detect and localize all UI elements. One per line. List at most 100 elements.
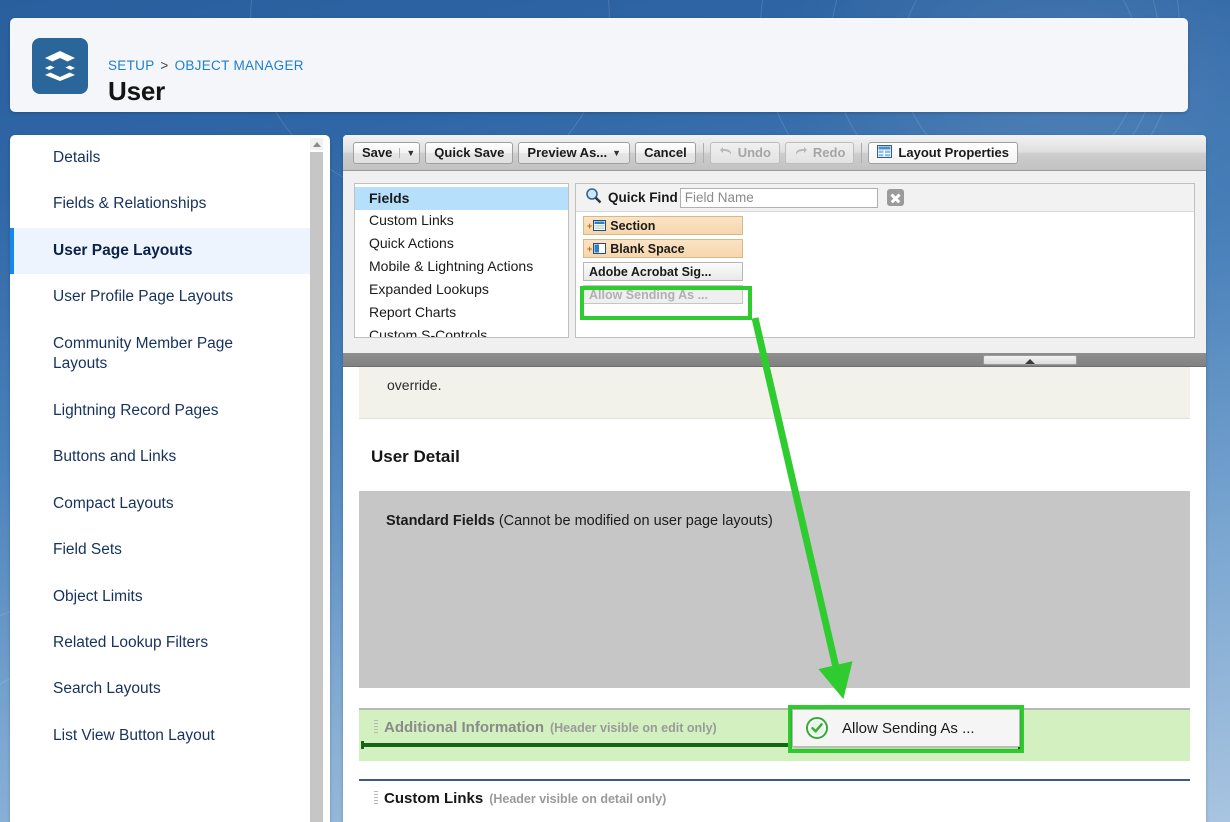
- redo-icon: [794, 145, 808, 160]
- custom-links-section[interactable]: Custom Links (Header visible on detail o…: [359, 779, 1190, 822]
- sidebar-item-list-view-button-layout[interactable]: List View Button Layout: [10, 713, 310, 759]
- section-icon: [593, 220, 606, 231]
- add-plus-icon: +: [587, 221, 592, 231]
- undo-button-label: Undo: [738, 145, 771, 160]
- palette-field-allow-sending-as[interactable]: Allow Sending As ...: [583, 285, 743, 304]
- palette-field-section[interactable]: + Section: [583, 216, 743, 235]
- breadcrumb-object-manager-link[interactable]: OBJECT MANAGER: [175, 58, 304, 73]
- drag-grip-icon[interactable]: [374, 791, 378, 804]
- sidebar-item-field-sets[interactable]: Field Sets: [10, 527, 310, 573]
- sidebar-item-label: Details: [53, 149, 100, 166]
- palette-field-grid: + Section +: [576, 212, 1194, 304]
- palette-category-label: Mobile & Lightning Actions: [369, 258, 533, 274]
- quick-find-row: Quick Find: [576, 184, 1194, 212]
- sidebar-item-label: Compact Layouts: [53, 495, 174, 512]
- standard-fields-title: Standard Fields: [386, 513, 495, 529]
- scroll-up-arrow-icon[interactable]: [310, 138, 323, 150]
- chevron-down-icon[interactable]: ▼: [612, 148, 621, 158]
- undo-icon: [719, 145, 733, 160]
- sidebar-scrollbar[interactable]: [310, 135, 323, 822]
- palette-field-label: Adobe Acrobat Sig...: [589, 265, 711, 279]
- standard-fields-section: Standard Fields (Cannot be modified on u…: [359, 491, 1190, 688]
- toolbar-divider: [703, 143, 704, 163]
- sidebar-item-label: Lightning Record Pages: [53, 402, 218, 419]
- layout-canvas: override. User Detail Standard Fields (C…: [343, 367, 1206, 822]
- preview-as-button[interactable]: Preview As... ▼: [518, 142, 630, 164]
- dragged-field-chip[interactable]: Allow Sending As ...: [792, 709, 1020, 747]
- additional-information-title: Additional Information: [384, 719, 544, 736]
- sidebar-item-search-layouts[interactable]: Search Layouts: [10, 666, 310, 712]
- palette-category-label: Quick Actions: [369, 235, 454, 251]
- layers-stack-icon: [32, 38, 88, 94]
- sidebar-item-user-profile-page-layouts[interactable]: User Profile Page Layouts: [10, 274, 310, 320]
- palette-field-blank-space[interactable]: + Blank Space: [583, 239, 743, 258]
- quick-find-label: Quick Find: [608, 190, 678, 205]
- cancel-button[interactable]: Cancel: [635, 142, 696, 164]
- sidebar-item-related-lookup-filters[interactable]: Related Lookup Filters: [10, 620, 310, 666]
- cancel-button-label: Cancel: [644, 145, 687, 160]
- field-palette: Fields Custom Links Quick Actions Mobile…: [343, 171, 1206, 353]
- sidebar-item-label: Fields & Relationships: [53, 195, 206, 212]
- save-button[interactable]: Save ▼: [353, 142, 420, 164]
- add-plus-icon: +: [587, 244, 592, 254]
- palette-category-report-charts[interactable]: Report Charts: [355, 301, 568, 324]
- sidebar-item-label: User Profile Page Layouts: [53, 288, 233, 305]
- palette-field-adobe-acrobat-sig[interactable]: Adobe Acrobat Sig...: [583, 262, 743, 281]
- palette-category-mobile-lightning-actions[interactable]: Mobile & Lightning Actions: [355, 256, 568, 279]
- sidebar-item-lightning-record-pages[interactable]: Lightning Record Pages: [10, 388, 310, 434]
- green-check-circle-icon: [806, 717, 828, 739]
- sidebar-item-label: User Page Layouts: [53, 242, 193, 259]
- page-title: User: [108, 76, 165, 107]
- palette-category-quick-actions[interactable]: Quick Actions: [355, 233, 568, 256]
- toolbar-divider: [861, 143, 862, 163]
- sidebar-item-label: Related Lookup Filters: [53, 634, 208, 651]
- sidebar-item-label: Search Layouts: [53, 680, 161, 697]
- redo-button-label: Redo: [813, 145, 846, 160]
- sidebar-scrollbar-thumb[interactable]: [310, 152, 323, 822]
- sidebar-item-user-page-layouts[interactable]: User Page Layouts: [10, 228, 310, 274]
- save-button-label: Save: [362, 145, 392, 160]
- user-detail-title: User Detail: [371, 447, 460, 467]
- sidebar-item-fields-relationships[interactable]: Fields & Relationships: [10, 181, 310, 227]
- breadcrumb-separator: >: [160, 58, 168, 73]
- page-layout-editor: Save ▼ Quick Save Preview As... ▼ Cancel…: [343, 135, 1206, 822]
- sidebar-item-community-member-page-layouts[interactable]: Community Member Page Layouts: [10, 321, 310, 388]
- palette-category-custom-s-controls[interactable]: Custom S-Controls: [355, 324, 568, 338]
- sidebar-item-object-limits[interactable]: Object Limits: [10, 574, 310, 620]
- sidebar-item-details[interactable]: Details: [10, 135, 310, 181]
- drag-grip-icon[interactable]: [374, 720, 378, 733]
- override-note: override.: [359, 367, 1190, 419]
- palette-category-label: Fields: [369, 190, 409, 206]
- breadcrumb-setup-link[interactable]: SETUP: [108, 58, 154, 73]
- palette-category-label: Custom S-Controls: [369, 327, 487, 338]
- sidebar-item-label: Object Limits: [53, 588, 143, 605]
- quick-save-button[interactable]: Quick Save: [425, 142, 513, 164]
- additional-information-section[interactable]: Additional Information (Header visible o…: [359, 708, 1190, 761]
- palette-category-fields[interactable]: Fields: [355, 187, 568, 210]
- palette-category-custom-links[interactable]: Custom Links: [355, 210, 568, 233]
- sidebar-item-label: Community Member Page Layouts: [53, 335, 233, 372]
- chevron-down-icon[interactable]: ▼: [399, 148, 415, 158]
- sidebar-item-label: Field Sets: [53, 541, 122, 558]
- dragged-field-chip-label: Allow Sending As ...: [842, 720, 975, 737]
- collapse-palette-handle[interactable]: [983, 355, 1077, 365]
- sidebar-item-list: Details Fields & Relationships User Page…: [10, 135, 310, 759]
- quick-find-input[interactable]: [680, 188, 878, 208]
- palette-category-label: Report Charts: [369, 304, 456, 320]
- quick-save-button-label: Quick Save: [434, 145, 504, 160]
- object-manager-sidebar: Details Fields & Relationships User Page…: [10, 135, 330, 822]
- layout-editor-toolbar: Save ▼ Quick Save Preview As... ▼ Cancel…: [343, 135, 1206, 171]
- clear-x-icon[interactable]: [887, 189, 904, 206]
- sidebar-item-buttons-and-links[interactable]: Buttons and Links: [10, 434, 310, 480]
- layout-properties-button-label: Layout Properties: [898, 145, 1009, 160]
- custom-links-header: Custom Links (Header visible on detail o…: [368, 790, 666, 807]
- sidebar-item-label: Buttons and Links: [53, 448, 176, 465]
- sidebar-item-compact-layouts[interactable]: Compact Layouts: [10, 481, 310, 527]
- palette-field-panel: Quick Find + Section: [575, 183, 1195, 338]
- standard-fields-header: Standard Fields (Cannot be modified on u…: [386, 513, 773, 529]
- palette-category-list: Fields Custom Links Quick Actions Mobile…: [354, 183, 569, 338]
- standard-fields-note: (Cannot be modified on user page layouts…: [499, 513, 773, 529]
- layout-properties-button[interactable]: Layout Properties: [868, 142, 1018, 164]
- undo-button: Undo: [710, 142, 780, 164]
- palette-category-expanded-lookups[interactable]: Expanded Lookups: [355, 279, 568, 302]
